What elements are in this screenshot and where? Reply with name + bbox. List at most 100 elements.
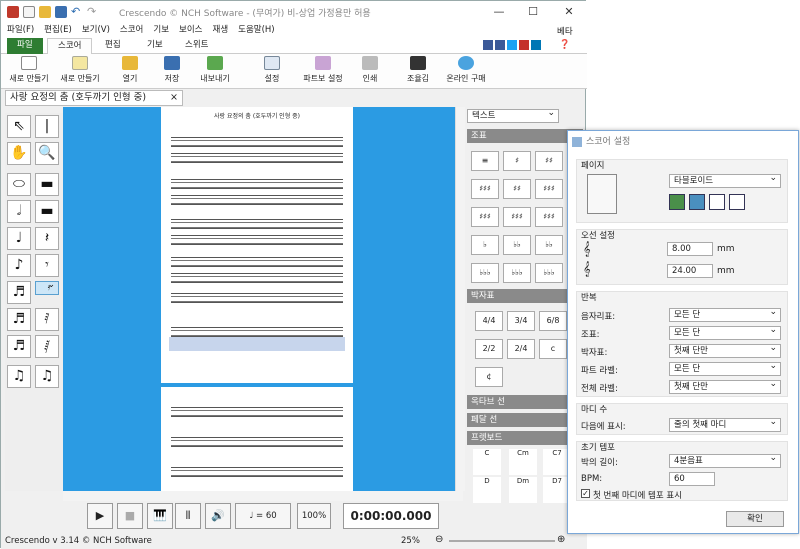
- menu-edit[interactable]: 편집(E): [44, 23, 72, 37]
- key-sig-3flat[interactable]: ♭♭: [535, 235, 563, 255]
- export-button[interactable]: 내보내기: [195, 56, 235, 84]
- sixteenth-note-icon[interactable]: ♬: [7, 281, 31, 304]
- menu-file[interactable]: 파일(F): [7, 23, 34, 37]
- instrument-icon[interactable]: 🎹: [147, 503, 173, 529]
- key-sig-1flat[interactable]: ♭: [471, 235, 499, 255]
- menu-help[interactable]: 도움말(H): [238, 23, 274, 37]
- menu-view[interactable]: 보기(V): [82, 23, 110, 37]
- tempo-select[interactable]: ♩ = 60: [235, 503, 291, 529]
- key-sig-7sharp[interactable]: ♯♯♯: [503, 207, 531, 227]
- like-icon[interactable]: [483, 40, 493, 50]
- key-select[interactable]: 모든 단: [669, 324, 781, 340]
- open-button[interactable]: 열기: [115, 56, 145, 84]
- quarter-rest-icon[interactable]: 𝄽: [35, 227, 59, 250]
- minimize-button[interactable]: —: [487, 4, 511, 20]
- time-sig-cut[interactable]: ¢: [475, 367, 503, 387]
- time-sig-6-8[interactable]: 6/8: [539, 311, 567, 331]
- help-icon[interactable]: ❓: [559, 40, 570, 50]
- facebook-icon[interactable]: [495, 40, 505, 50]
- vertical-scrollbar[interactable]: [455, 107, 465, 491]
- horizontal-scrollbar[interactable]: [63, 491, 463, 501]
- whole-rest-icon[interactable]: ▬: [35, 173, 59, 196]
- play-icon[interactable]: ▶: [87, 503, 113, 529]
- section-octave-lines[interactable]: 옥타브 선: [467, 395, 583, 409]
- document-tab[interactable]: 사랑 요정의 춤 (호두까기 인형 중) ×: [5, 90, 183, 106]
- save-button[interactable]: 저장: [157, 56, 187, 84]
- thirty-second-note-icon[interactable]: ♬: [7, 308, 31, 331]
- staff-spacing-input[interactable]: 24.00: [667, 264, 713, 278]
- tab-score[interactable]: 스코어: [47, 38, 93, 54]
- close-tab-icon[interactable]: ×: [170, 91, 178, 105]
- menu-notation[interactable]: 기보: [153, 23, 169, 37]
- select-tool-icon[interactable]: ⇖: [7, 115, 31, 138]
- key-sig-2sharp[interactable]: ♯♯: [535, 151, 563, 171]
- stop-icon[interactable]: ■: [117, 503, 143, 529]
- page-margin-icon[interactable]: [729, 194, 745, 210]
- redo-icon[interactable]: ↷: [87, 6, 99, 18]
- half-rest-icon[interactable]: ▬: [35, 200, 59, 223]
- sound-icon[interactable]: 🔊: [205, 503, 231, 529]
- chord-c[interactable]: C: [473, 449, 501, 475]
- portrait-icon[interactable]: [669, 194, 685, 210]
- online-buy-button[interactable]: 온라인 구매: [443, 56, 489, 84]
- time-sig-2-2[interactable]: 2/2: [475, 339, 503, 359]
- youtube-icon[interactable]: [519, 40, 529, 50]
- new-from-template-button[interactable]: 새로 만들기: [57, 56, 103, 84]
- hand-tool-icon[interactable]: ✋: [7, 142, 31, 165]
- key-sig-c[interactable]: ≡: [471, 151, 499, 171]
- menu-voice[interactable]: 보이스: [179, 23, 202, 37]
- key-sig-2flat[interactable]: ♭♭: [503, 235, 531, 255]
- show-tempo-checkbox[interactable]: ✓: [581, 489, 590, 498]
- key-sig-6sharp[interactable]: ♯♯♯: [471, 207, 499, 227]
- chord-d[interactable]: D: [473, 477, 501, 503]
- score-canvas[interactable]: 사랑 요정의 춤 (호두까기 인형 중): [63, 107, 455, 491]
- section-pedal-lines[interactable]: 페달 선: [467, 413, 583, 427]
- zoom-tool-icon[interactable]: 🔍: [35, 142, 59, 165]
- key-sig-5sharp[interactable]: ♯♯♯: [535, 179, 563, 199]
- quarter-note-icon[interactable]: ♩: [7, 227, 31, 250]
- new-button[interactable]: 새로 만들기: [7, 56, 51, 84]
- time-sig-common[interactable]: c: [539, 339, 567, 359]
- time-sig-4-4[interactable]: 4/4: [475, 311, 503, 331]
- tab-file[interactable]: 파일: [7, 38, 43, 54]
- section-fretboard[interactable]: 프렛보드: [467, 431, 583, 445]
- tuplet-icon[interactable]: ♫: [35, 365, 59, 388]
- page-size-select[interactable]: 타블로이드: [669, 172, 781, 188]
- close-button[interactable]: ✕: [557, 4, 581, 20]
- tab-notation[interactable]: 기보: [137, 38, 173, 54]
- page-width-icon[interactable]: [709, 194, 725, 210]
- time-sig-3-4[interactable]: 3/4: [507, 311, 535, 331]
- metronome-icon[interactable]: ⦀: [175, 503, 201, 529]
- tuner-button[interactable]: 조율김: [403, 56, 433, 84]
- section-time-signature[interactable]: 박자표: [467, 289, 583, 303]
- sixteenth-rest-icon[interactable]: 𝄿: [35, 279, 59, 295]
- sixty-fourth-note-icon[interactable]: ♬: [7, 335, 31, 358]
- twitter-icon[interactable]: [507, 40, 517, 50]
- eighth-rest-icon[interactable]: 𝄾: [35, 254, 59, 277]
- print-button[interactable]: 인쇄: [357, 56, 383, 84]
- new-quick-icon[interactable]: [23, 6, 35, 18]
- tab-suite[interactable]: 스위트: [175, 38, 218, 54]
- ok-button[interactable]: 확인: [726, 511, 784, 527]
- linkedin-icon[interactable]: [531, 40, 541, 50]
- eighth-note-icon[interactable]: ♪: [7, 254, 31, 277]
- chord-dm[interactable]: Dm: [509, 477, 537, 503]
- bpm-input[interactable]: 60: [669, 472, 715, 486]
- beat-select[interactable]: 4분음표: [669, 452, 781, 468]
- clef-select[interactable]: 모든 단: [669, 306, 781, 322]
- staff-size-input[interactable]: 8.00: [667, 242, 713, 256]
- time-select[interactable]: 첫째 단만: [669, 342, 781, 358]
- half-note-icon[interactable]: 𝅗𝅥: [7, 200, 31, 223]
- settings-button[interactable]: 설정: [257, 56, 287, 84]
- full-label-select[interactable]: 첫째 단만: [669, 378, 781, 394]
- undo-icon[interactable]: ↶: [71, 6, 83, 18]
- tab-edit[interactable]: 편집: [95, 38, 131, 54]
- cursor-tool-icon[interactable]: |: [35, 115, 59, 138]
- menu-play[interactable]: 재생: [213, 23, 229, 37]
- key-sig-4flat[interactable]: ♭♭♭: [471, 263, 499, 283]
- key-sig-more[interactable]: ♯♯♯: [535, 207, 563, 227]
- open-quick-icon[interactable]: [39, 6, 51, 18]
- thirty-second-rest-icon[interactable]: 𝅀: [35, 308, 59, 331]
- zoom-select[interactable]: 100%: [297, 503, 331, 529]
- zoom-slider[interactable]: [449, 540, 555, 542]
